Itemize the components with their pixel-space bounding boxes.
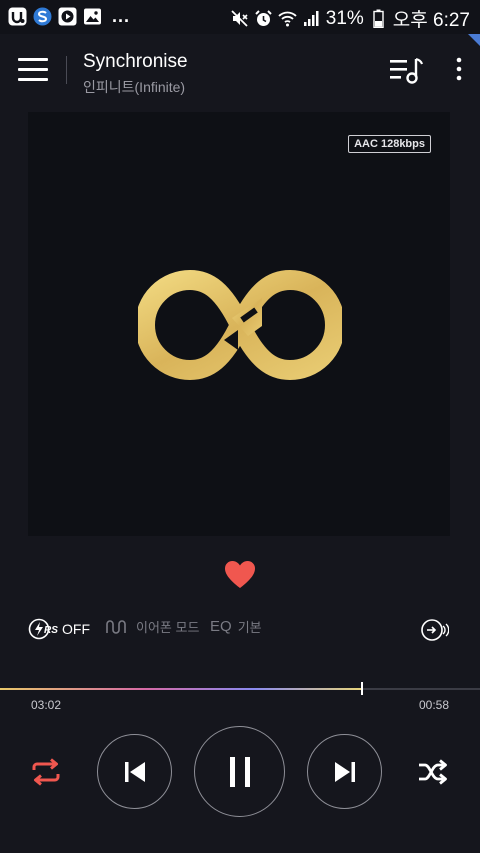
- notification-icons: ...: [8, 6, 130, 27]
- clock: 오후 6:27: [392, 10, 470, 31]
- mute-icon: [230, 9, 249, 28]
- video-play-icon: [58, 7, 77, 26]
- status-bar: ... 31% 오후 6:27: [0, 0, 480, 34]
- infinite-logo: [135, 270, 345, 385]
- song-artist: 인피니트(Infinite): [83, 79, 186, 95]
- remaining-time: 00:58: [418, 698, 449, 712]
- app-u-icon: [8, 7, 27, 26]
- alarm-icon: [254, 9, 273, 28]
- battery-icon: [369, 9, 388, 28]
- browser-s-icon: [33, 7, 52, 26]
- playlist-icon[interactable]: [389, 56, 425, 86]
- earphone-mode-label: 이어폰 모드: [136, 620, 200, 635]
- wifi-icon: [278, 9, 297, 28]
- more-notifications: ...: [112, 6, 131, 26]
- rs-status: OFF: [62, 621, 90, 637]
- system-status: 31% 오후 6:27: [230, 5, 470, 32]
- album-art: AAC 128kbps: [28, 112, 450, 536]
- next-icon: [334, 761, 355, 782]
- previous-button[interactable]: [97, 734, 172, 809]
- next-button[interactable]: [307, 734, 382, 809]
- quality-badge: AAC 128kbps: [348, 135, 431, 153]
- progress-bar[interactable]: [0, 682, 480, 695]
- current-time: 03:02: [31, 698, 62, 712]
- player-header: Synchronise 인피니트(Infinite): [0, 34, 480, 110]
- progress-fill: [0, 688, 363, 690]
- battery-percent: 31%: [325, 7, 364, 29]
- eq-button[interactable]: EQ 기본: [210, 617, 262, 636]
- progress-thumb[interactable]: [361, 682, 364, 695]
- eq-value: 기본: [237, 620, 262, 635]
- image-icon: [83, 7, 102, 26]
- menu-icon[interactable]: [18, 58, 48, 82]
- song-title: Synchronise: [83, 51, 188, 72]
- pause-icon: [229, 756, 250, 787]
- signal-icon: [302, 9, 321, 28]
- rs-icon: RS: [28, 618, 58, 640]
- pause-button[interactable]: [194, 726, 285, 817]
- shuffle-icon[interactable]: [418, 759, 448, 785]
- eq-key: EQ: [210, 618, 232, 635]
- header-divider: [66, 56, 67, 84]
- cast-icon[interactable]: [421, 618, 450, 642]
- wave-icon: [106, 619, 126, 634]
- previous-icon: [124, 761, 145, 782]
- repeat-icon[interactable]: [30, 757, 62, 787]
- rs-toggle[interactable]: RS OFF: [28, 618, 90, 640]
- svg-text:RS: RS: [44, 625, 58, 636]
- heart-icon[interactable]: [224, 560, 256, 590]
- earphone-mode-button[interactable]: 이어폰 모드: [106, 617, 199, 636]
- more-icon[interactable]: [452, 56, 466, 84]
